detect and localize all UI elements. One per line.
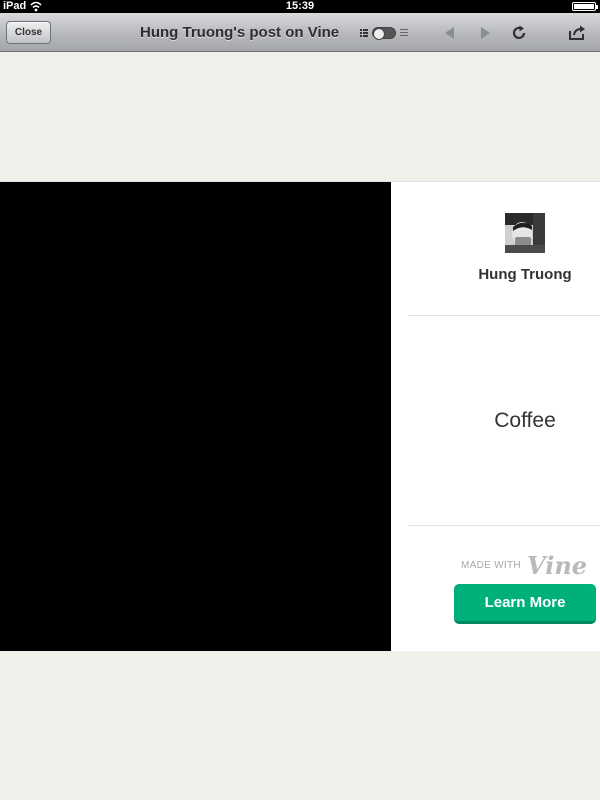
status-time: 15:39 <box>285 0 315 12</box>
status-bar: iPad 15:39 <box>0 0 600 13</box>
browser-toolbar: Close Hung Truong's post on Vine <box>0 13 600 52</box>
share-icon[interactable] <box>568 24 586 42</box>
forward-icon[interactable] <box>476 24 494 42</box>
post-info-panel: Hung Truong Coffee MADE WITH Vine Learn … <box>391 182 600 651</box>
author-name[interactable]: Hung Truong <box>461 266 589 283</box>
vine-embed: Hung Truong Coffee MADE WITH Vine Learn … <box>0 181 600 651</box>
view-toggle[interactable] <box>360 25 410 41</box>
vine-logo: Vine <box>527 551 588 580</box>
close-button[interactable]: Close <box>6 21 51 44</box>
back-icon[interactable] <box>441 24 459 42</box>
video-player[interactable] <box>0 182 391 651</box>
post-caption: Coffee <box>494 409 556 432</box>
made-with-label: MADE WITH <box>461 560 521 571</box>
divider <box>408 525 600 526</box>
toggle-switch[interactable] <box>372 27 396 40</box>
battery-icon <box>572 2 598 11</box>
page-title: Hung Truong's post on Vine <box>140 24 340 41</box>
made-with-vine[interactable]: MADE WITH Vine <box>461 554 600 578</box>
list-icon <box>360 29 368 37</box>
learn-more-button[interactable]: Learn More <box>454 584 596 624</box>
avatar[interactable] <box>505 213 545 253</box>
reader-icon <box>400 29 408 36</box>
reload-icon[interactable] <box>510 24 528 42</box>
divider <box>408 315 600 316</box>
